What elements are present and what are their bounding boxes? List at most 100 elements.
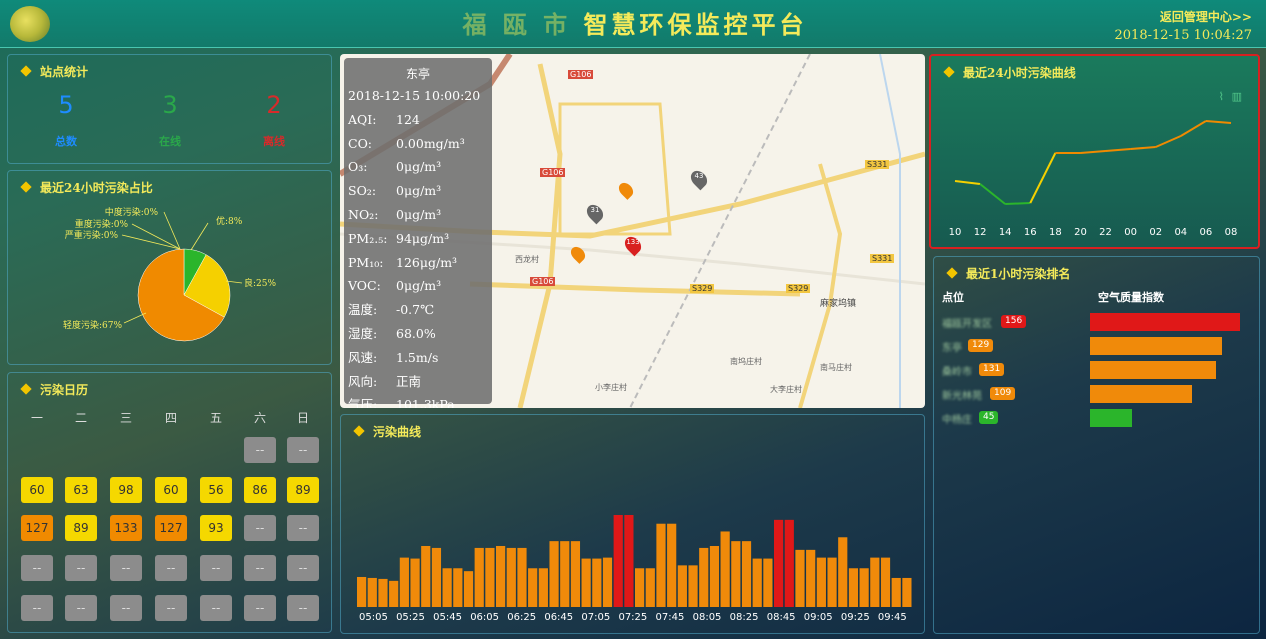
calendar-day-cell[interactable]: --	[110, 595, 142, 621]
bar[interactable]	[667, 523, 677, 607]
calendar-day-cell[interactable]: 63	[65, 477, 97, 503]
station-info-row: 湿度: 68.0%	[348, 322, 488, 346]
calendar-day-cell[interactable]: 60	[21, 477, 53, 503]
calendar-day-cell[interactable]: 56	[200, 477, 232, 503]
bar[interactable]	[485, 547, 495, 607]
calendar-day-cell[interactable]: --	[155, 595, 187, 621]
calendar-day-cell[interactable]: --	[244, 515, 276, 541]
calendar-day-cell[interactable]: --	[110, 555, 142, 581]
bar[interactable]	[827, 557, 837, 607]
bar[interactable]	[399, 557, 409, 607]
calendar-day-cell[interactable]: --	[65, 555, 97, 581]
calendar-day-cell[interactable]: --	[200, 595, 232, 621]
bar[interactable]	[645, 568, 655, 607]
calendar-day-cell[interactable]: 89	[287, 477, 319, 503]
bar[interactable]	[357, 576, 367, 607]
ranking-row[interactable]: 福瓯开发区 156	[942, 313, 1252, 333]
calendar-day-cell[interactable]: 127	[21, 515, 53, 541]
bar[interactable]	[549, 541, 559, 607]
bar[interactable]	[763, 558, 773, 607]
bar[interactable]	[774, 519, 784, 607]
bar[interactable]	[656, 523, 666, 607]
calendar-day-cell[interactable]: --	[287, 515, 319, 541]
ranking-row[interactable]: 桑岭市 131	[942, 361, 1252, 381]
calendar-day-cell[interactable]: --	[155, 555, 187, 581]
back-to-admin-link[interactable]: 返回管理中心>>	[1160, 8, 1252, 25]
station-info-key: PM₁₀:	[348, 254, 384, 270]
bar[interactable]	[613, 515, 623, 607]
bar[interactable]	[720, 531, 730, 607]
bar[interactable]	[709, 545, 720, 607]
bar[interactable]	[389, 580, 399, 607]
ranking-row[interactable]: 中杨庄 45	[942, 409, 1252, 429]
bar[interactable]	[848, 568, 859, 607]
calendar-day-cell[interactable]: 93	[200, 515, 232, 541]
bar[interactable]	[421, 545, 431, 607]
bar[interactable]	[624, 515, 634, 607]
calendar-day-cell[interactable]: --	[21, 595, 53, 621]
calendar-day-cell[interactable]: 133	[110, 515, 142, 541]
stat-offline-value: 2	[266, 91, 282, 119]
bar[interactable]	[880, 557, 891, 607]
bar[interactable]	[891, 577, 901, 607]
calendar-day-cell[interactable]: --	[287, 555, 319, 581]
bar[interactable]	[528, 568, 538, 607]
bar[interactable]	[538, 568, 548, 607]
bar[interactable]	[506, 547, 516, 607]
line-segment	[1205, 120, 1232, 124]
calendar-day-cell[interactable]: 86	[244, 477, 276, 503]
bar[interactable]	[741, 541, 752, 607]
bar[interactable]	[463, 571, 474, 607]
bar[interactable]	[870, 557, 880, 607]
calendar-day-cell[interactable]: --	[244, 437, 276, 463]
bar[interactable]	[602, 557, 613, 607]
calendar-day-cell[interactable]: 98	[110, 477, 142, 503]
bar[interactable]	[731, 541, 741, 607]
bar[interactable]	[570, 541, 581, 607]
calendar-day-cell[interactable]: 89	[65, 515, 97, 541]
calendar-day-cell[interactable]: --	[244, 555, 276, 581]
bar[interactable]	[902, 577, 912, 607]
pie-label-line	[163, 211, 181, 250]
bar[interactable]	[592, 558, 602, 607]
bar[interactable]	[677, 565, 687, 607]
bar[interactable]	[795, 549, 805, 607]
bar[interactable]	[560, 541, 570, 607]
bar[interactable]	[474, 547, 484, 607]
bar[interactable]	[496, 545, 506, 607]
bar[interactable]	[816, 557, 826, 607]
station-info-key: VOC:	[348, 278, 381, 294]
ranking-row[interactable]: 新光林苑 109	[942, 385, 1252, 405]
bar[interactable]	[784, 519, 794, 607]
bar[interactable]	[859, 568, 869, 607]
bar[interactable]	[378, 578, 388, 607]
calendar-day-cell[interactable]: --	[244, 595, 276, 621]
calendar-day-cell[interactable]: --	[200, 555, 232, 581]
calendar-day-cell[interactable]: --	[287, 437, 319, 463]
bar[interactable]	[688, 565, 698, 607]
bar[interactable]	[431, 547, 442, 607]
bar-x-tick-label: 07:25	[618, 612, 647, 623]
bar[interactable]	[517, 547, 527, 607]
bar[interactable]	[367, 577, 377, 607]
bar[interactable]	[453, 568, 463, 607]
bar[interactable]	[442, 568, 452, 607]
ranking-aqi-bar	[1090, 337, 1222, 355]
bar[interactable]	[806, 549, 816, 607]
ranking-row[interactable]: 东亭 129	[942, 337, 1252, 357]
stat-online-label: 在线	[159, 135, 181, 148]
bar[interactable]	[699, 547, 709, 607]
bar[interactable]	[410, 558, 420, 607]
calendar-day-cell[interactable]: --	[287, 595, 319, 621]
calendar-day-cell[interactable]: 127	[155, 515, 187, 541]
bar[interactable]	[581, 558, 591, 607]
map-view[interactable]: G106 G106 G106 S329 S329 S331 S331 麻家坞镇 …	[340, 54, 925, 408]
line-x-tick-label: 10	[949, 227, 962, 238]
calendar-day-cell[interactable]: --	[65, 595, 97, 621]
calendar-day-cell[interactable]: 60	[155, 477, 187, 503]
bar[interactable]	[838, 537, 848, 607]
bar[interactable]	[635, 568, 645, 607]
stat-online: 3 在线	[140, 91, 200, 149]
calendar-day-cell[interactable]: --	[21, 555, 53, 581]
bar[interactable]	[752, 558, 762, 607]
